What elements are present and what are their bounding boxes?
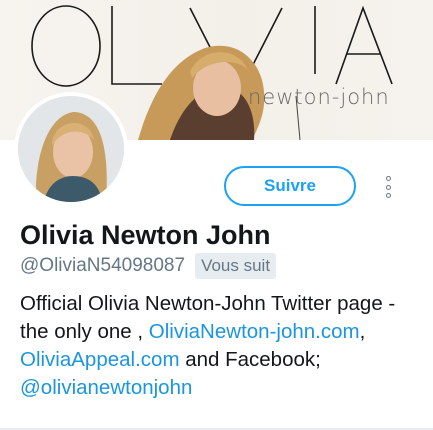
avatar[interactable] [14, 92, 128, 206]
profile-name: Olivia Newton John [20, 220, 271, 250]
bio-text: , [359, 320, 366, 343]
bio-link-website[interactable]: OliviaNewton-john.com [149, 320, 360, 343]
follows-you-badge: Vous suit [195, 253, 277, 279]
more-vertical-icon-dot [385, 184, 391, 190]
more-vertical-icon [385, 176, 391, 181]
bio-text: and Facebook; [179, 348, 321, 371]
avatar-image [18, 96, 124, 202]
profile-handle: @OliviaN54098087 [20, 255, 186, 276]
bio-mention[interactable]: @olivianewtonjohn [20, 376, 192, 399]
follow-button[interactable]: Suivre [224, 166, 356, 206]
profile-bio: Official Olivia Newton-John Twitter page… [20, 290, 420, 402]
follow-button-label: Suivre [264, 176, 316, 195]
bio-link-appeal[interactable]: OliviaAppeal.com [20, 348, 180, 371]
handle-row: @OliviaN54098087 Vous suit [20, 253, 277, 279]
banner-subtitle: newton-john [248, 85, 390, 109]
avatar-portrait [18, 96, 124, 202]
more-vertical-icon-dot [385, 193, 391, 198]
more-options-button[interactable] [378, 176, 398, 198]
banner-subtitle-text: newton-john [248, 85, 390, 109]
